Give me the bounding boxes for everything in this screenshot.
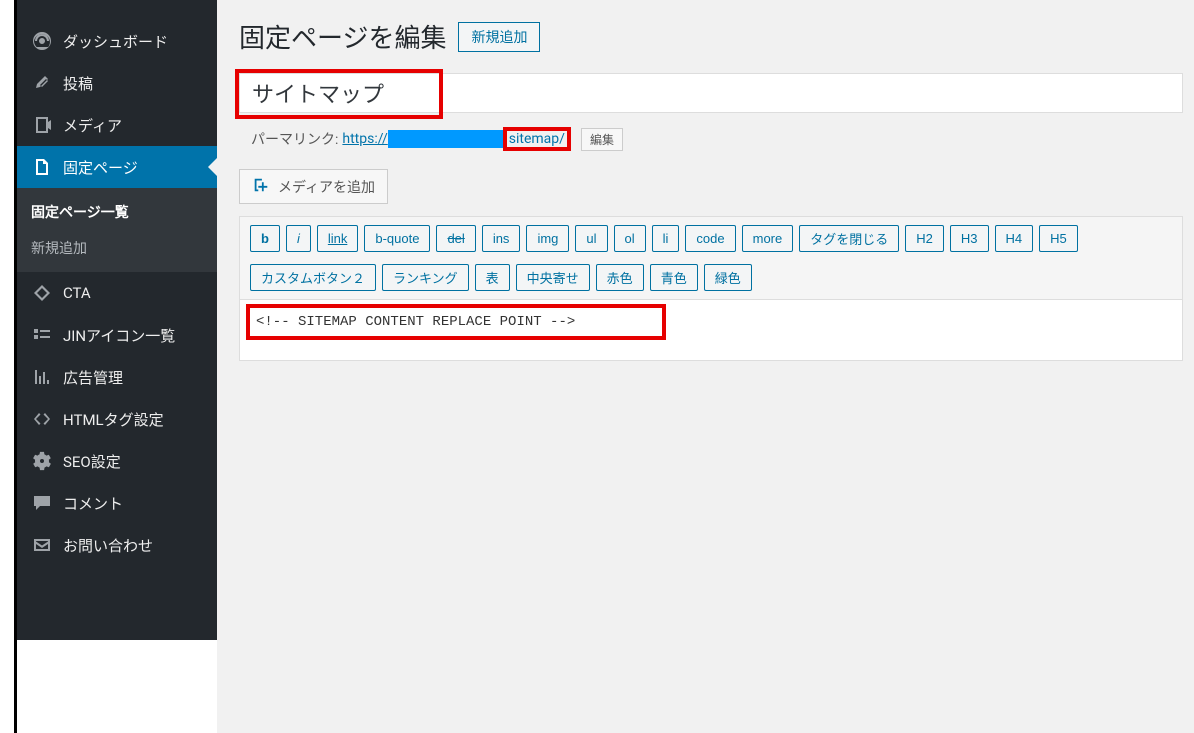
sidebar-label: コメント [63,493,123,514]
sidebar-label: お問い合わせ [63,535,153,556]
sidebar-label: JINアイコン一覧 [63,325,175,346]
sidebar-item-dashboard[interactable]: ダッシュボード [17,20,217,62]
mail-icon [31,534,53,556]
chart-icon [31,366,53,388]
add-new-button[interactable]: 新規追加 [458,22,540,52]
pin-icon [31,72,53,94]
qt-blue[interactable]: 青色 [650,264,698,291]
sidebar-label: SEO設定 [63,451,121,472]
title-wrap [239,73,1183,113]
sidebar-submenu: 固定ページ一覧 新規追加 [17,188,217,272]
sidebar-item-html-tags[interactable]: HTMLタグ設定 [17,398,217,440]
sidebar-item-posts[interactable]: 投稿 [17,62,217,104]
editor-text: <!-- SITEMAP CONTENT REPLACE POINT --> [256,314,575,330]
sidebar-item-ads[interactable]: 広告管理 [17,356,217,398]
permalink-slug-highlight: sitemap/ [503,127,571,151]
qt-img[interactable]: img [526,225,569,252]
permalink-label: パーマリンク: [251,129,338,149]
qt-h4[interactable]: H4 [995,225,1034,252]
add-media-button[interactable]: メディアを追加 [239,169,388,204]
diamond-icon [31,282,53,304]
sidebar-label: ダッシュボード [63,31,168,52]
editor-textarea[interactable]: <!-- SITEMAP CONTENT REPLACE POINT --> [240,300,1182,360]
qt-center[interactable]: 中央寄せ [516,264,590,291]
qt-link[interactable]: link [317,225,359,252]
sidebar-sub-add-new[interactable]: 新規追加 [17,230,217,266]
sidebar-item-seo[interactable]: SEO設定 [17,440,217,482]
sidebar-item-comments[interactable]: コメント [17,482,217,524]
qt-close-tags[interactable]: タグを閉じる [799,225,899,252]
qt-ranking[interactable]: ランキング [382,264,469,291]
sidebar-item-media[interactable]: メディア [17,104,217,146]
qt-bold[interactable]: b [250,225,280,252]
comment-icon [31,492,53,514]
editor-wrap: b i link b-quote del ins img ul ol li co… [239,216,1183,361]
quicktags-toolbar: b i link b-quote del ins img ul ol li co… [240,217,1182,300]
qt-del[interactable]: del [436,225,475,252]
media-icon [31,114,53,136]
qt-li[interactable]: li [652,225,680,252]
qt-custom-btn2[interactable]: カスタムボタン２ [250,264,376,291]
admin-sidebar: ダッシュボード 投稿 メディア 固定ページ 固定ページ一覧 新規追加 CTA J… [17,0,217,640]
qt-green[interactable]: 緑色 [704,264,752,291]
page-title: 固定ページを編集 [239,18,446,55]
sidebar-sub-pages-list[interactable]: 固定ページ一覧 [17,194,217,230]
sidebar-item-pages[interactable]: 固定ページ [17,146,217,188]
qt-code[interactable]: code [685,225,735,252]
media-button-label: メディアを追加 [278,177,375,197]
code-icon [31,408,53,430]
permalink-row: パーマリンク: https://sitemap/ 編集 [251,127,1186,151]
sidebar-item-contact[interactable]: お問い合わせ [17,524,217,566]
qt-more[interactable]: more [742,225,794,252]
qt-ins[interactable]: ins [482,225,521,252]
permalink-redacted [388,130,503,148]
qt-h2[interactable]: H2 [905,225,944,252]
dashboard-icon [31,30,53,52]
sidebar-item-jin-icons[interactable]: JINアイコン一覧 [17,314,217,356]
sidebar-label: 広告管理 [63,367,123,388]
permalink-link[interactable]: https://sitemap/ [342,127,571,151]
sidebar-label: 固定ページ [63,157,138,178]
page-icon [31,156,53,178]
qt-h3[interactable]: H3 [950,225,989,252]
qt-ul[interactable]: ul [575,225,607,252]
sidebar-label: HTMLタグ設定 [63,409,164,430]
main-content: 固定ページを編集 新規追加 パーマリンク: https://sitemap/ 編… [217,0,1194,733]
gear-icon [31,450,53,472]
page-header: 固定ページを編集 新規追加 [239,18,1186,55]
qt-ol[interactable]: ol [614,225,646,252]
qt-red[interactable]: 赤色 [596,264,644,291]
media-add-icon [252,176,270,197]
sidebar-label: メディア [63,115,122,136]
sidebar-label: CTA [63,284,91,302]
sidebar-label: 投稿 [63,73,93,94]
qt-bquote[interactable]: b-quote [364,225,430,252]
list-icon [31,324,53,346]
post-title-input[interactable] [239,73,1183,113]
qt-h5[interactable]: H5 [1039,225,1078,252]
qt-italic[interactable]: i [286,225,311,252]
permalink-edit-button[interactable]: 編集 [581,128,623,151]
qt-table[interactable]: 表 [475,264,510,291]
sidebar-item-cta[interactable]: CTA [17,272,217,314]
